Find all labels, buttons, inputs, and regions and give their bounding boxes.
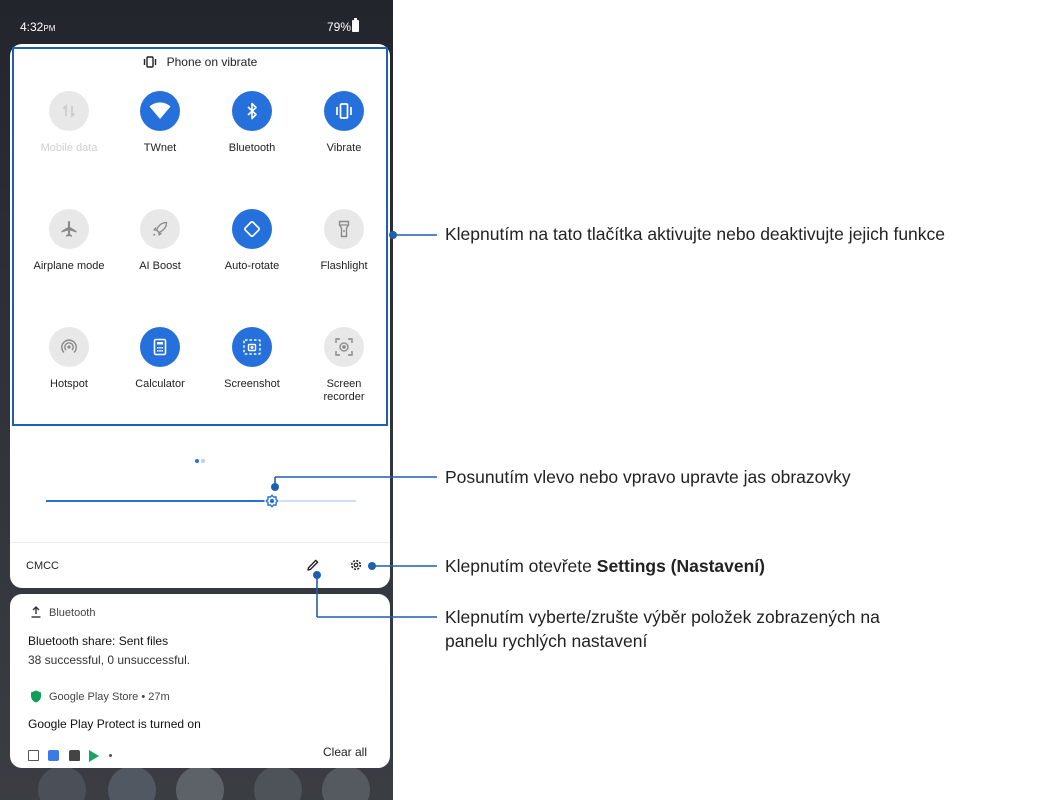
callout-dot [271,483,279,491]
callout-edit-line2: panelu rychlých nastavení [445,631,648,651]
callout-dot [389,231,397,239]
callout-settings-bold: Settings (Nastavení) [596,556,765,576]
callout-settings: Klepnutím otevřete Settings (Nastavení) [445,554,1035,578]
callout-dot [368,562,376,570]
callout-edit: Klepnutím vyberte/zrušte výběr položek z… [445,605,1035,653]
callout-brightness: Posunutím vlevo nebo vpravo upravte jas … [445,467,851,487]
callout-settings-prefix: Klepnutím otevřete [445,556,592,576]
callout-edit-line1: Klepnutím vyberte/zrušte výběr položek z… [445,607,880,627]
callout-lines [271,231,437,618]
callout-dot [313,571,321,579]
callout-tiles: Klepnutím na tato tlačítka aktivujte neb… [445,224,946,244]
